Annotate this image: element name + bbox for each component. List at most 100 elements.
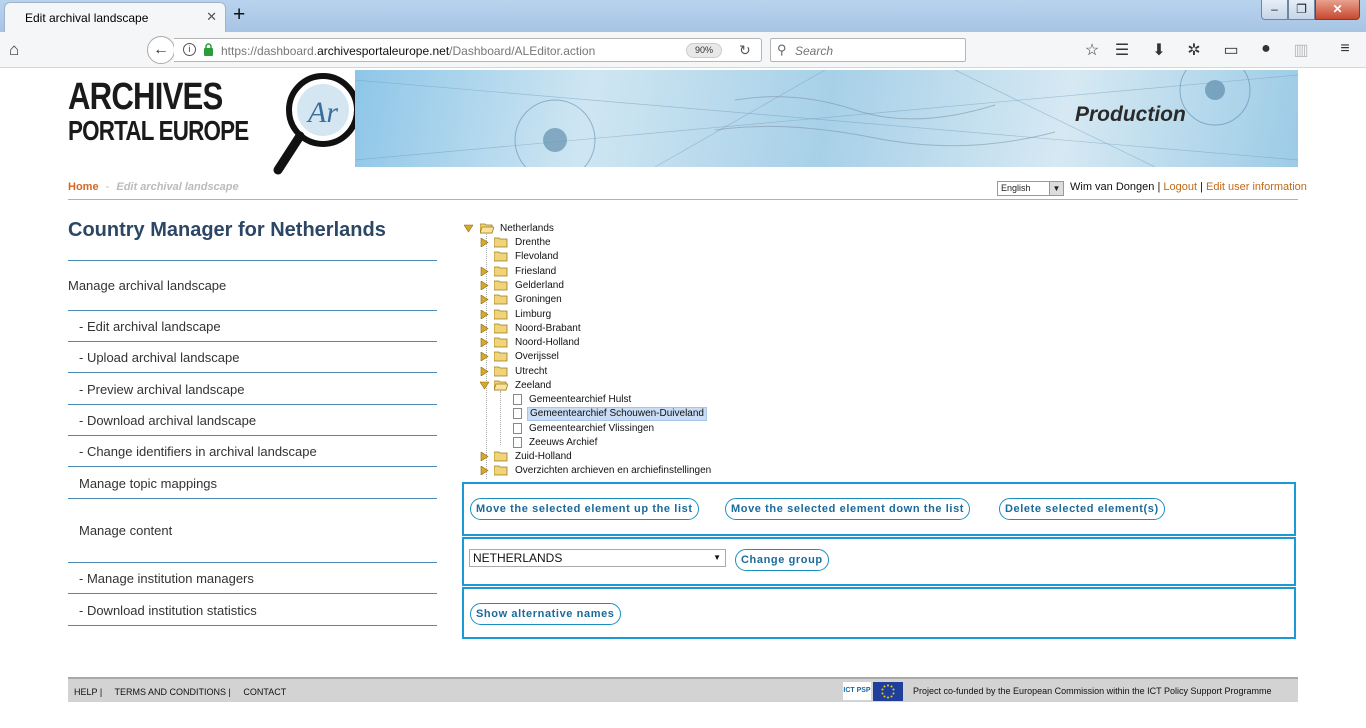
tree-node-label[interactable]: Gemeentearchief Vlissingen [527, 423, 656, 435]
collapsed-toggle-icon[interactable] [480, 238, 489, 247]
tree-node-label[interactable]: Noord-Holland [513, 337, 581, 349]
document-icon [513, 423, 522, 434]
move-down-button[interactable]: Move the selected element down the list [725, 498, 971, 520]
user-bar: Wim van Dongen | Logout | Edit user info… [1070, 181, 1307, 193]
reader-view-icon[interactable]: ▥ [1291, 40, 1311, 60]
url-text[interactable]: https://dashboard.archivesportaleurope.n… [221, 44, 595, 58]
extension-icon[interactable]: ✲ [1184, 40, 1204, 60]
collapsed-toggle-icon[interactable] [480, 338, 489, 348]
breadcrumb-current: Edit archival landscape [116, 181, 239, 193]
magnifier-logo-icon: Ar [273, 73, 360, 175]
header-divider [68, 199, 1298, 200]
group-select[interactable]: NETHERLANDS ▼ [469, 549, 726, 567]
folder-icon [494, 465, 508, 476]
reading-list-icon[interactable]: ☰ [1112, 40, 1132, 60]
collapsed-toggle-icon[interactable] [480, 366, 489, 376]
folder-icon [494, 251, 508, 262]
window-minimize-button[interactable]: ‒ [1261, 0, 1288, 20]
change-group-button[interactable]: Change group [735, 549, 829, 571]
logout-link[interactable]: Logout [1163, 181, 1197, 193]
show-alternative-names-button[interactable]: Show alternative names [470, 603, 621, 625]
tree-node-label[interactable]: Flevoland [513, 251, 560, 263]
browser-tab[interactable]: Edit archival landscape ✕ [4, 2, 226, 32]
close-tab-icon[interactable]: ✕ [206, 9, 217, 25]
download-icon[interactable]: ⬇ [1149, 40, 1169, 60]
collapsed-toggle-icon[interactable] [480, 323, 489, 333]
expanded-toggle-icon[interactable] [464, 224, 473, 233]
tree-node-label[interactable]: Gemeentearchief Hulst [527, 394, 633, 406]
tree-node-label[interactable]: Overijssel [513, 351, 561, 363]
hamburger-menu-icon[interactable]: ≡ [1335, 40, 1355, 58]
info-icon[interactable]: i [183, 43, 196, 56]
folder-icon [494, 237, 508, 248]
tree-node-label[interactable]: Limburg [513, 309, 553, 321]
menu-manage-content[interactable]: Manage content [79, 523, 172, 538]
menu-download-archival-landscape[interactable]: - Download archival landscape [79, 413, 256, 428]
footer-contact-link[interactable]: CONTACT [243, 687, 286, 697]
window-close-button[interactable]: ✕ [1315, 0, 1360, 20]
footer-terms-link[interactable]: TERMS AND CONDITIONS | [115, 687, 231, 697]
tree-node-label-selected[interactable]: Gemeentearchief Schouwen-Duiveland [527, 407, 707, 421]
edit-user-link[interactable]: Edit user information [1206, 181, 1307, 193]
collapsed-toggle-icon[interactable] [480, 452, 489, 461]
new-tab-icon[interactable]: + [233, 3, 245, 27]
footer-links: HELP | TERMS AND CONDITIONS | CONTACT [74, 687, 296, 697]
menu-divider [68, 372, 437, 373]
folder-icon [494, 366, 508, 377]
tree-node-label[interactable]: Noord-Brabant [513, 323, 583, 335]
zoom-level-badge[interactable]: 90% [686, 43, 722, 58]
menu-manage-topic-mappings[interactable]: Manage topic mappings [79, 476, 217, 491]
collapsed-toggle-icon[interactable] [480, 466, 489, 475]
menu-preview-archival-landscape[interactable]: - Preview archival landscape [79, 382, 244, 397]
folder-icon [494, 309, 508, 319]
tree-node-label[interactable]: Netherlands [498, 223, 556, 235]
document-icon [513, 394, 522, 405]
delete-selected-button[interactable]: Delete selected element(s) [999, 498, 1165, 520]
tree-node-label[interactable]: Gelderland [513, 280, 566, 292]
tree-node-label[interactable]: Overzichten archieven en archiefinstelli… [513, 465, 713, 477]
move-up-button[interactable]: Move the selected element up the list [470, 498, 699, 520]
footer-help-link[interactable]: HELP | [74, 687, 102, 697]
expanded-toggle-icon[interactable] [480, 381, 489, 390]
menu-download-institution-statistics[interactable]: - Download institution statistics [79, 603, 257, 618]
menu-change-identifiers[interactable]: - Change identifiers in archival landsca… [79, 444, 317, 459]
tree-node-label[interactable]: Utrecht [513, 366, 549, 378]
svg-text:Ar: Ar [306, 96, 338, 129]
chevron-down-icon: ▼ [1049, 182, 1063, 195]
tree-node-label[interactable]: Zeeland [513, 380, 553, 392]
window-maximize-button[interactable]: ❐ [1288, 0, 1315, 20]
browser-tab-bar: Edit archival landscape ✕ + ‒ ❐ ✕ [0, 0, 1366, 32]
folder-icon [494, 351, 508, 362]
url-bar[interactable]: i https://dashboard.archivesportaleurope… [174, 38, 762, 62]
collapsed-toggle-icon[interactable] [480, 352, 489, 362]
collapsed-toggle-icon[interactable] [480, 295, 489, 305]
browser-search-box[interactable]: ⚲ [770, 38, 966, 62]
menu-divider [68, 562, 437, 563]
reload-icon[interactable]: ↻ [739, 42, 751, 59]
menu-divider [68, 435, 437, 436]
collapsed-toggle-icon[interactable] [480, 280, 489, 290]
folder-icon [494, 451, 508, 462]
sidebar-icon[interactable]: ▭ [1221, 40, 1241, 60]
search-input[interactable] [795, 42, 961, 59]
back-button[interactable]: ← [147, 36, 175, 64]
menu-divider [68, 310, 437, 311]
tree-node-label[interactable]: Drenthe [513, 237, 553, 249]
addon-icon[interactable]: ● [1256, 40, 1276, 58]
menu-manage-institution-managers[interactable]: - Manage institution managers [79, 571, 254, 586]
tree-node-label[interactable]: Zeeuws Archief [527, 437, 599, 449]
collapsed-toggle-icon[interactable] [480, 266, 489, 276]
bookmark-star-icon[interactable]: ☆ [1082, 40, 1102, 60]
archives-portal-europe-logo[interactable]: ARCHIVES PORTAL EUROPE Ar [68, 70, 360, 180]
menu-upload-archival-landscape[interactable]: - Upload archival landscape [79, 350, 239, 365]
breadcrumb-home-link[interactable]: Home [68, 181, 99, 193]
menu-manage-archival-landscape[interactable]: Manage archival landscape [68, 278, 226, 293]
menu-edit-archival-landscape[interactable]: - Edit archival landscape [79, 319, 221, 334]
tree-node-label[interactable]: Zuid-Holland [513, 451, 574, 463]
tree-node-label[interactable]: Friesland [513, 266, 558, 278]
collapsed-toggle-icon[interactable] [480, 309, 489, 319]
home-icon[interactable]: ⌂ [9, 40, 19, 60]
folder-icon [494, 280, 508, 291]
language-select[interactable]: English ▼ [997, 181, 1064, 196]
tree-node-label[interactable]: Groningen [513, 294, 564, 306]
